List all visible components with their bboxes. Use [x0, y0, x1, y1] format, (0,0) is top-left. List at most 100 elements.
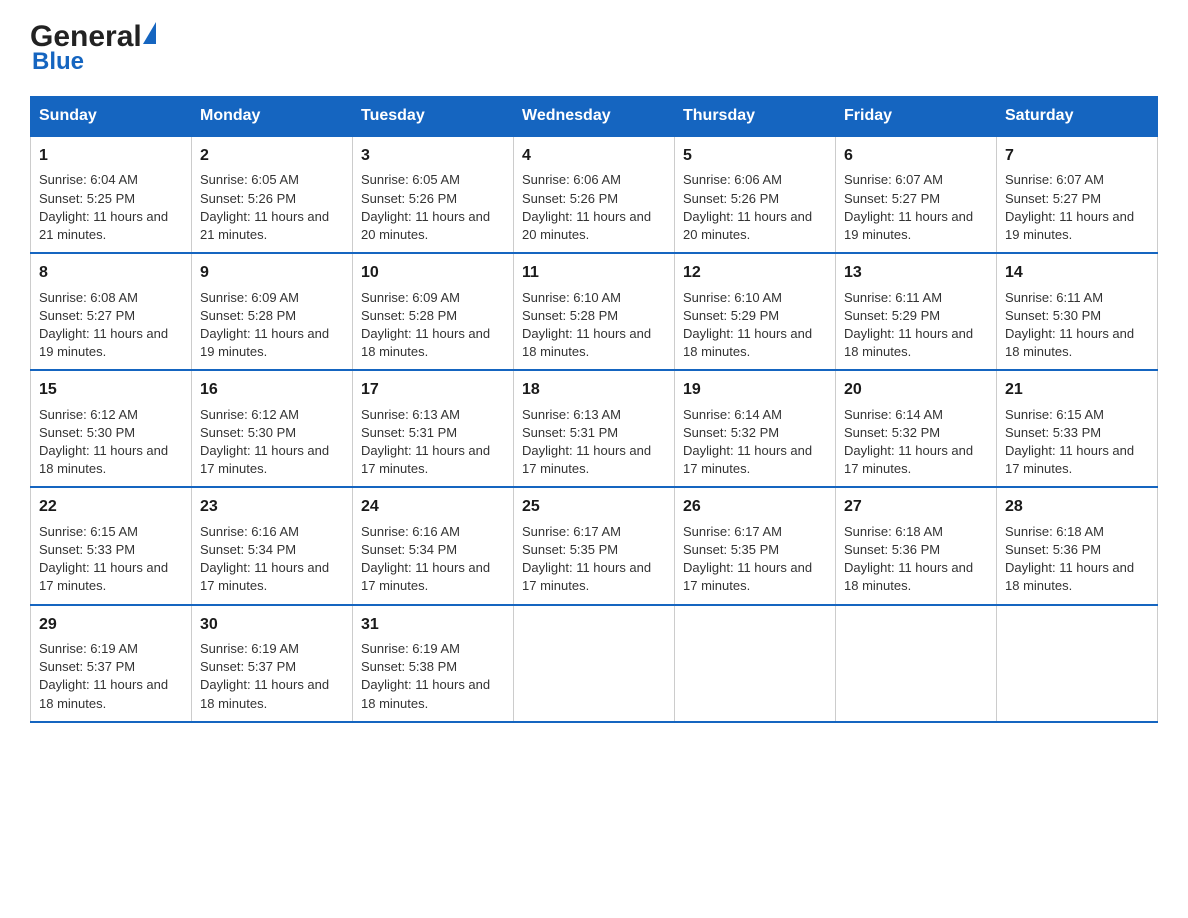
- day-number: 21: [1005, 379, 1149, 401]
- sunset-text: Sunset: 5:37 PM: [39, 659, 135, 674]
- day-number: 15: [39, 379, 183, 401]
- sunrise-text: Sunrise: 6:14 AM: [683, 407, 782, 422]
- daylight-text: Daylight: 11 hours and 18 minutes.: [200, 677, 329, 710]
- daylight-text: Daylight: 11 hours and 17 minutes.: [522, 560, 651, 593]
- daylight-text: Daylight: 11 hours and 17 minutes.: [1005, 443, 1134, 476]
- calendar-cell: 26Sunrise: 6:17 AMSunset: 5:35 PMDayligh…: [675, 487, 836, 604]
- sunset-text: Sunset: 5:26 PM: [200, 191, 296, 206]
- sunset-text: Sunset: 5:30 PM: [1005, 308, 1101, 323]
- calendar-cell: 30Sunrise: 6:19 AMSunset: 5:37 PMDayligh…: [192, 605, 353, 722]
- sunset-text: Sunset: 5:30 PM: [39, 425, 135, 440]
- sunrise-text: Sunrise: 6:17 AM: [522, 524, 621, 539]
- daylight-text: Daylight: 11 hours and 17 minutes.: [683, 560, 812, 593]
- sunrise-text: Sunrise: 6:11 AM: [844, 290, 942, 305]
- sunset-text: Sunset: 5:29 PM: [844, 308, 940, 323]
- daylight-text: Daylight: 11 hours and 17 minutes.: [361, 560, 490, 593]
- day-number: 29: [39, 614, 183, 636]
- sunset-text: Sunset: 5:38 PM: [361, 659, 457, 674]
- calendar-week-3: 15 Sunrise: 6:12 AM Sunset: 5:30 PM Dayligh…: [31, 370, 1158, 487]
- calendar-week-4: 22Sunrise: 6:15 AMSunset: 5:33 PMDayligh…: [31, 487, 1158, 604]
- calendar-cell: 31 Sunrise: 6:19 AM Sunset: 5:38 PM Dayligh…: [353, 605, 514, 722]
- daylight-text: Daylight: 11 hours and 17 minutes.: [844, 443, 973, 476]
- logo-arrow-icon: [143, 22, 156, 44]
- day-number: 2: [200, 145, 344, 167]
- day-number: 20: [844, 379, 988, 401]
- sunrise-text: Sunrise: 6:16 AM: [200, 524, 299, 539]
- day-number: 11: [522, 262, 666, 284]
- calendar-cell: 7Sunrise: 6:07 AMSunset: 5:27 PMDaylight…: [997, 136, 1158, 253]
- daylight-text: Daylight: 11 hours and 17 minutes.: [361, 443, 490, 476]
- calendar-cell: 28Sunrise: 6:18 AMSunset: 5:36 PMDayligh…: [997, 487, 1158, 604]
- weekday-header-wednesday: Wednesday: [514, 97, 675, 137]
- sunrise-text: Sunrise: 6:11 AM: [1005, 290, 1103, 305]
- calendar-table: SundayMondayTuesdayWednesdayThursdayFrid…: [30, 96, 1158, 723]
- calendar-cell: [836, 605, 997, 722]
- sunrise-text: Sunrise: 6:19 AM: [361, 641, 460, 656]
- sunrise-text: Sunrise: 6:06 AM: [683, 172, 782, 187]
- logo: General Blue: [30, 20, 157, 76]
- sunrise-text: Sunrise: 6:06 AM: [522, 172, 621, 187]
- sunrise-text: Sunrise: 6:08 AM: [39, 290, 138, 305]
- sunrise-text: Sunrise: 6:17 AM: [683, 524, 782, 539]
- sunrise-text: Sunrise: 6:15 AM: [1005, 407, 1104, 422]
- sunrise-text: Sunrise: 6:12 AM: [39, 407, 138, 422]
- calendar-cell: 12Sunrise: 6:10 AMSunset: 5:29 PMDayligh…: [675, 253, 836, 370]
- sunset-text: Sunset: 5:30 PM: [200, 425, 296, 440]
- day-number: 26: [683, 496, 827, 518]
- sunrise-text: Sunrise: 6:05 AM: [361, 172, 460, 187]
- day-number: 22: [39, 496, 183, 518]
- day-number: 5: [683, 145, 827, 167]
- day-number: 24: [361, 496, 505, 518]
- day-number: 17: [361, 379, 505, 401]
- calendar-cell: 14Sunrise: 6:11 AMSunset: 5:30 PMDayligh…: [997, 253, 1158, 370]
- weekday-header-thursday: Thursday: [675, 97, 836, 137]
- daylight-text: Daylight: 11 hours and 18 minutes.: [361, 326, 490, 359]
- sunset-text: Sunset: 5:27 PM: [39, 308, 135, 323]
- sunset-text: Sunset: 5:26 PM: [361, 191, 457, 206]
- weekday-header-saturday: Saturday: [997, 97, 1158, 137]
- sunset-text: Sunset: 5:31 PM: [361, 425, 457, 440]
- daylight-text: Daylight: 11 hours and 18 minutes.: [1005, 560, 1134, 593]
- day-number: 27: [844, 496, 988, 518]
- sunset-text: Sunset: 5:29 PM: [683, 308, 779, 323]
- daylight-text: Daylight: 11 hours and 20 minutes.: [683, 209, 812, 242]
- daylight-text: Daylight: 11 hours and 17 minutes.: [200, 560, 329, 593]
- sunrise-text: Sunrise: 6:16 AM: [361, 524, 460, 539]
- calendar-cell: 17 Sunrise: 6:13 AM Sunset: 5:31 PM Dayligh…: [353, 370, 514, 487]
- day-number: 9: [200, 262, 344, 284]
- sunrise-text: Sunrise: 6:09 AM: [361, 290, 460, 305]
- calendar-cell: 3Sunrise: 6:05 AMSunset: 5:26 PMDaylight…: [353, 136, 514, 253]
- page-header: General Blue: [30, 20, 1158, 76]
- daylight-text: Daylight: 11 hours and 17 minutes.: [683, 443, 812, 476]
- daylight-text: Daylight: 11 hours and 18 minutes.: [522, 326, 651, 359]
- sunset-text: Sunset: 5:37 PM: [200, 659, 296, 674]
- sunset-text: Sunset: 5:25 PM: [39, 191, 135, 206]
- weekday-header-sunday: Sunday: [31, 97, 192, 137]
- sunrise-text: Sunrise: 6:04 AM: [39, 172, 138, 187]
- daylight-text: Daylight: 11 hours and 19 minutes.: [39, 326, 168, 359]
- sunrise-text: Sunrise: 6:13 AM: [361, 407, 460, 422]
- sunset-text: Sunset: 5:26 PM: [683, 191, 779, 206]
- sunset-text: Sunset: 5:34 PM: [361, 542, 457, 557]
- weekday-header-row: SundayMondayTuesdayWednesdayThursdayFrid…: [31, 97, 1158, 137]
- calendar-cell: 18Sunrise: 6:13 AMSunset: 5:31 PMDayligh…: [514, 370, 675, 487]
- day-number: 31: [361, 614, 505, 636]
- day-number: 7: [1005, 145, 1149, 167]
- daylight-text: Daylight: 11 hours and 21 minutes.: [200, 209, 329, 242]
- sunset-text: Sunset: 5:33 PM: [39, 542, 135, 557]
- calendar-cell: 6Sunrise: 6:07 AMSunset: 5:27 PMDaylight…: [836, 136, 997, 253]
- calendar-cell: 24 Sunrise: 6:16 AM Sunset: 5:34 PM Dayligh…: [353, 487, 514, 604]
- calendar-cell: 2 Sunrise: 6:05 AM Sunset: 5:26 PM Daylight…: [192, 136, 353, 253]
- sunset-text: Sunset: 5:27 PM: [844, 191, 940, 206]
- calendar-week-1: 1 Sunrise: 6:04 AM Sunset: 5:25 PM Daylight…: [31, 136, 1158, 253]
- day-number: 8: [39, 262, 183, 284]
- daylight-text: Daylight: 11 hours and 18 minutes.: [39, 443, 168, 476]
- calendar-cell: [514, 605, 675, 722]
- day-number: 1: [39, 145, 183, 167]
- sunrise-text: Sunrise: 6:05 AM: [200, 172, 299, 187]
- calendar-cell: 16Sunrise: 6:12 AMSunset: 5:30 PMDayligh…: [192, 370, 353, 487]
- sunrise-text: Sunrise: 6:14 AM: [844, 407, 943, 422]
- daylight-text: Daylight: 11 hours and 18 minutes.: [361, 677, 490, 710]
- daylight-text: Daylight: 11 hours and 18 minutes.: [844, 560, 973, 593]
- day-number: 19: [683, 379, 827, 401]
